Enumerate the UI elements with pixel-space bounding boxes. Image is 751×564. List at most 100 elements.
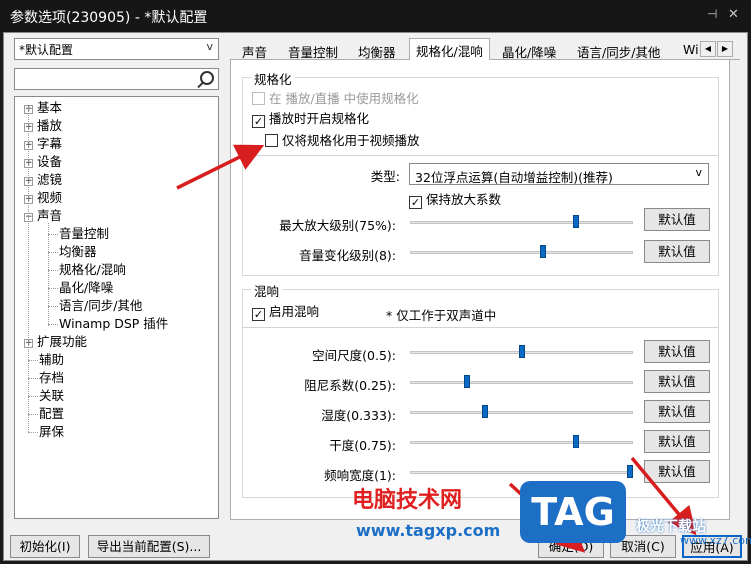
tree-item-label: 存档 (39, 370, 65, 385)
tree-connector (28, 360, 38, 361)
tree-item[interactable]: + 基本 (24, 99, 62, 117)
checkbox-label: 在 播放/直播 中使用规格化 (269, 91, 419, 106)
tab-crystal-denoise[interactable]: 晶化/降噪 (496, 40, 562, 60)
reverb-note: * 仅工作于双声道中 (386, 308, 497, 323)
tab-normalize-reverb[interactable]: 规格化/混响 (409, 38, 490, 61)
checkbox-label: 保持放大系数 (426, 192, 502, 207)
profile-select[interactable]: *默认配置 v (14, 38, 219, 60)
tab-sound[interactable]: 声音 (236, 40, 273, 60)
enable-normalize-checkbox[interactable]: ✓ 播放时开启规格化 (252, 112, 369, 128)
slider-thumb[interactable] (572, 435, 579, 448)
title-bar: 参数选项(230905) - *默认配置 ⊣ ✕ (0, 0, 751, 32)
slider-thumb[interactable] (482, 405, 489, 418)
checkmark-icon: ✓ (252, 115, 265, 128)
tree-item[interactable]: + 滤镜 (24, 171, 62, 189)
tree-item[interactable]: 辅助 (39, 351, 64, 369)
tree-item[interactable]: 存档 (39, 369, 64, 387)
init-button[interactable]: 初始化(I) (10, 535, 80, 558)
video-only-checkbox[interactable]: 仅将规格化用于视频播放 (265, 134, 420, 148)
checkmark-icon: ✓ (252, 308, 265, 321)
tree-item-label: 视频 (37, 190, 63, 205)
keep-gain-checkbox[interactable]: ✓ 保持放大系数 (409, 193, 501, 209)
window-title: 参数选项(230905) - *默认配置 (10, 10, 208, 26)
tree-item[interactable]: 规格化/混响 (59, 261, 126, 279)
tree-item-label: 声音 (37, 208, 63, 223)
slider-thumb[interactable] (540, 245, 547, 258)
width-slider[interactable] (410, 465, 633, 479)
tree-connector (48, 252, 58, 253)
tree-item[interactable]: 音量控制 (59, 225, 109, 243)
tree-item[interactable]: Winamp DSP 插件 (59, 315, 168, 333)
default-button[interactable]: 默认值 (644, 430, 710, 453)
tree-connector (48, 223, 49, 326)
close-icon[interactable]: ✕ (728, 7, 739, 22)
tab-volume[interactable]: 音量控制 (282, 40, 344, 60)
tree-connector (28, 108, 29, 432)
ok-button[interactable]: 确定(O) (538, 535, 604, 558)
checkbox-box (252, 92, 265, 105)
slider-thumb[interactable] (627, 465, 633, 478)
volume-change-slider[interactable] (410, 245, 633, 259)
search-input[interactable] (14, 68, 219, 90)
tree-item-label: 设备 (37, 154, 63, 169)
default-button[interactable]: 默认值 (644, 240, 710, 263)
damping-slider[interactable] (410, 375, 633, 389)
default-button[interactable]: 默认值 (644, 400, 710, 423)
tree-item-label: 基本 (37, 100, 63, 115)
damping-label: 阻尼系数(0.25): (304, 378, 396, 393)
tree-item[interactable]: + 设备 (24, 153, 62, 171)
dry-slider[interactable] (410, 435, 633, 449)
wet-slider[interactable] (410, 405, 633, 419)
max-gain-slider[interactable] (410, 215, 633, 229)
search-icon[interactable] (200, 71, 214, 85)
tree-item-label: 晶化/降噪 (59, 280, 114, 295)
type-select[interactable]: 32位浮点运算(自动增益控制)(推荐) v (409, 163, 709, 185)
tree-item[interactable]: 屏保 (39, 423, 64, 441)
tree-connector (28, 432, 38, 433)
slider-thumb[interactable] (518, 345, 525, 358)
tab-language-sync[interactable]: 语言/同步/其他 (571, 40, 666, 60)
enable-reverb-checkbox[interactable]: ✓ 启用混响 (252, 305, 319, 321)
scroll-right-icon[interactable]: ▶ (717, 41, 733, 57)
slider-thumb[interactable] (572, 215, 579, 228)
tree-connector (48, 270, 58, 271)
tree-item[interactable]: 语言/同步/其他 (59, 297, 142, 315)
chevron-down-icon: v (695, 166, 702, 179)
scroll-left-icon[interactable]: ◀ (700, 41, 716, 57)
default-button[interactable]: 默认值 (644, 370, 710, 393)
tree-item[interactable]: + 播放 (24, 117, 62, 135)
tree-item[interactable]: 均衡器 (59, 243, 97, 261)
tree-item[interactable]: + 视频 (24, 189, 62, 207)
slider-thumb[interactable] (464, 375, 471, 388)
tree-item-label: 扩展功能 (37, 334, 88, 349)
tree-item-label: 辅助 (39, 352, 65, 367)
tree-item-label: 屏保 (39, 424, 65, 439)
tree-item[interactable]: + 字幕 (24, 135, 62, 153)
checkbox-box (265, 134, 278, 147)
apply-button[interactable]: 应用(A) (682, 535, 742, 558)
tab-equalizer[interactable]: 均衡器 (352, 40, 402, 60)
slider-track (410, 221, 633, 224)
tree-item-label: 均衡器 (59, 244, 97, 259)
room-size-slider[interactable] (410, 345, 633, 359)
slider-track (410, 441, 633, 444)
tree-item[interactable]: + 扩展功能 (24, 333, 87, 351)
default-button[interactable]: 默认值 (644, 340, 710, 363)
tree-item-label: 滤镜 (37, 172, 63, 187)
settings-tree: + 基本 + 播放 + 字幕 + 设备 + 滤镜 + 视频 − 声音 音量控制 均衡器规格化/混响 晶化/降噪语… (14, 96, 219, 519)
export-config-button[interactable]: 导出当前配置(S)... (88, 535, 210, 558)
tree-item[interactable]: 关联 (39, 387, 64, 405)
tree-item[interactable]: 配置 (39, 405, 64, 423)
max-gain-label: 最大放大级别(75%): (279, 218, 396, 233)
width-label: 频响宽度(1): (324, 468, 396, 483)
default-button[interactable]: 默认值 (644, 208, 710, 231)
pin-icon[interactable]: ⊣ (707, 7, 717, 21)
use-in-stream-checkbox[interactable]: 在 播放/直播 中使用规格化 (252, 92, 419, 106)
tree-item[interactable]: 晶化/降噪 (59, 279, 113, 297)
default-button[interactable]: 默认值 (644, 460, 710, 483)
tree-item[interactable]: − 声音 (24, 207, 62, 225)
cancel-button[interactable]: 取消(C) (610, 535, 676, 558)
tree-connector (48, 306, 58, 307)
tab-strip: 声音 音量控制 均衡器 规格化/混响 晶化/降噪 语言/同步/其他 Wi ◀ ▶ (230, 38, 740, 61)
type-label: 类型: (370, 169, 400, 184)
